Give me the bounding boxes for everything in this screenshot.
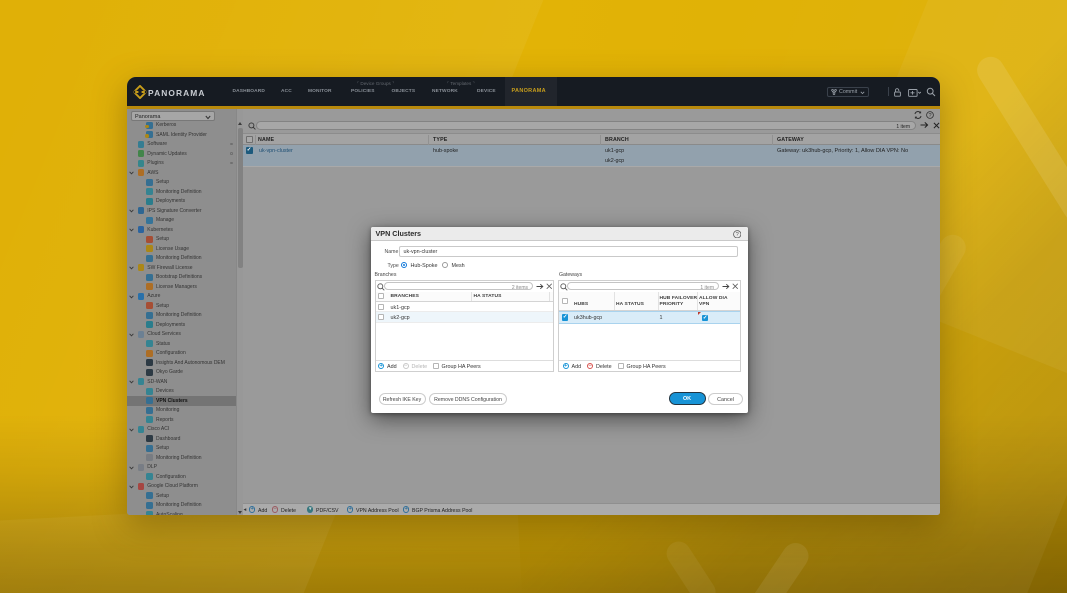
svg-text:?: ? xyxy=(735,232,738,238)
svg-text:?: ? xyxy=(928,112,931,118)
